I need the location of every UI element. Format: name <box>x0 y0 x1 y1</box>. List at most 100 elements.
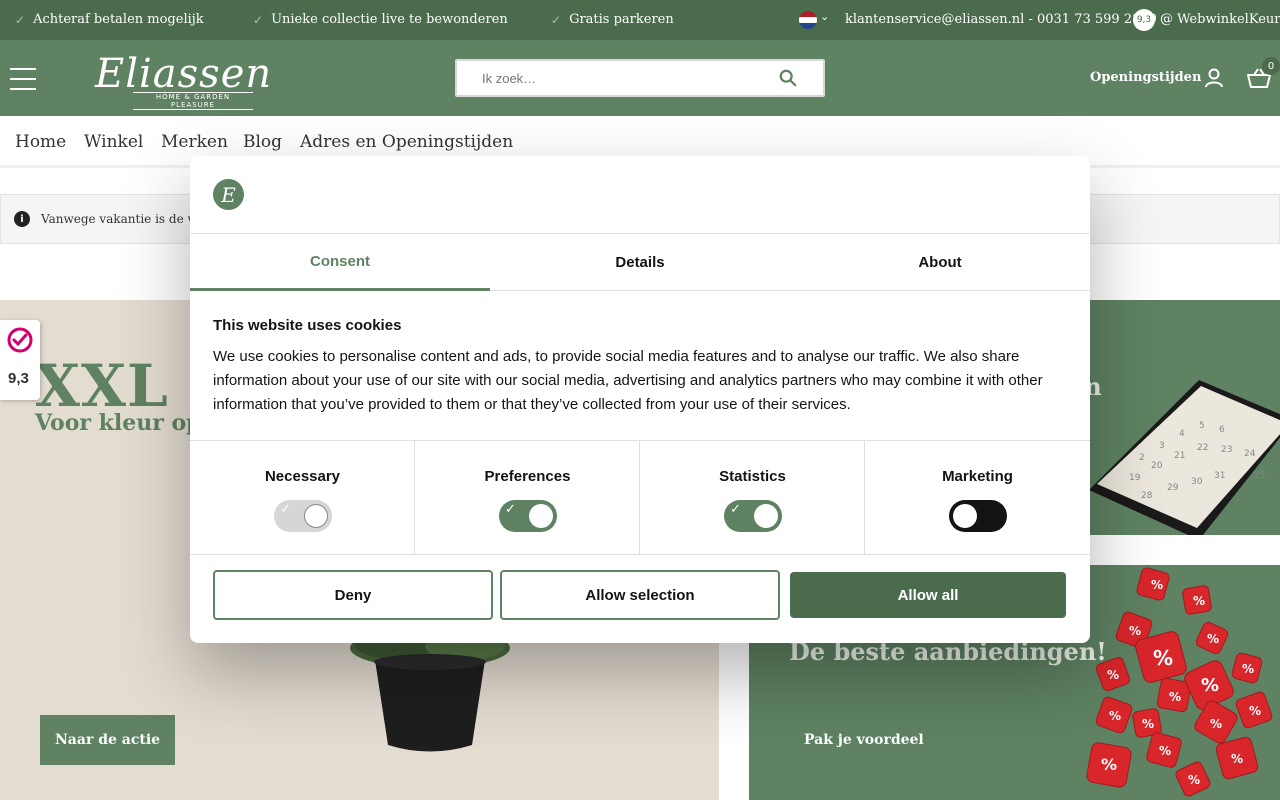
usp-item: ✓ Unieke collectie live te bewonderen <box>253 12 508 27</box>
notice-text: Vanwege vakantie is de wi <box>41 212 202 226</box>
tab-consent[interactable]: Consent <box>190 234 490 291</box>
svg-text:6: 6 <box>1219 425 1225 435</box>
nav-item-winkel[interactable]: Winkel <box>84 132 143 152</box>
svg-text:%: % <box>1193 594 1205 608</box>
toggle-label: Statistics <box>719 468 786 485</box>
check-icon: ✓ <box>505 502 516 517</box>
svg-text:%: % <box>1151 578 1163 592</box>
tab-details[interactable]: Details <box>490 234 790 291</box>
dialog-body: We use cookies to personalise content an… <box>213 348 1043 413</box>
rating-score: 9,3 <box>8 370 29 387</box>
svg-text:20: 20 <box>1151 461 1163 471</box>
svg-text:5: 5 <box>1199 421 1205 431</box>
rating-side-widget[interactable]: 9,3 <box>0 320 40 400</box>
chevron-down-icon[interactable]: ⌄ <box>820 10 829 23</box>
svg-text:%: % <box>1109 709 1121 723</box>
usp-item: ✓ Gratis parkeren <box>551 12 674 27</box>
user-icon[interactable] <box>1203 67 1225 89</box>
check-icon: ✓ <box>280 502 291 517</box>
svg-text:31: 31 <box>1214 471 1225 481</box>
nav-item-blog[interactable]: Blog <box>243 132 282 152</box>
svg-text:%: % <box>1142 717 1154 731</box>
check-icon: ✓ <box>730 502 741 517</box>
toggle-statistics-group: Statistics ✓ <box>640 441 865 555</box>
check-icon: ✓ <box>551 12 562 27</box>
calendar-image: 2345 6 19202122 23 24 28293031 25 <box>1089 380 1280 535</box>
svg-text:%: % <box>1249 704 1261 718</box>
contact-info[interactable]: klantenservice@eliassen.nl - 0031 73 599… <box>845 12 1157 27</box>
tab-about[interactable]: About <box>790 234 1090 291</box>
main-header: Eliassen HOME & GARDEN PLEASURE Openings… <box>0 40 1280 116</box>
search-icon[interactable] <box>779 69 797 87</box>
svg-text:%: % <box>1169 690 1181 704</box>
consent-tabs: Consent Details About <box>190 234 1090 291</box>
svg-text:%: % <box>1231 752 1243 766</box>
toggle-preferences-group: Preferences ✓ <box>415 441 640 555</box>
usp-item: ✓ Achteraf betalen mogelijk <box>15 12 204 27</box>
svg-text:19: 19 <box>1129 473 1141 483</box>
toggle-label: Necessary <box>264 468 341 485</box>
toggle-marketing-group: Marketing <box>865 441 1090 555</box>
allow-selection-button[interactable]: Allow selection <box>500 570 780 620</box>
svg-text:%: % <box>1201 675 1219 696</box>
webwinkelkeur-logo-icon <box>7 327 33 353</box>
logo-wordmark: Eliassen <box>95 51 273 97</box>
nav-item-merken[interactable]: Merken <box>161 132 228 152</box>
svg-text:28: 28 <box>1141 491 1153 501</box>
plant-image <box>350 640 510 752</box>
marketing-toggle[interactable] <box>949 500 1007 532</box>
usp-label: Achteraf betalen mogelijk <box>33 12 204 27</box>
basket-count-badge: 0 <box>1262 57 1280 75</box>
info-icon: i <box>14 211 30 227</box>
svg-text:%: % <box>1242 662 1254 676</box>
svg-text:%: % <box>1153 646 1173 670</box>
check-icon: ✓ <box>253 12 264 27</box>
toggle-necessary-group: Necessary ✓ <box>190 441 415 555</box>
svg-text:24: 24 <box>1244 449 1256 459</box>
usp-label: Unieke collectie live te bewonderen <box>271 12 508 27</box>
opening-hours-link[interactable]: Openingstijden <box>1090 70 1201 85</box>
check-icon: ✓ <box>15 12 26 27</box>
search-box <box>455 59 825 97</box>
dialog-title: This website uses cookies <box>213 317 402 334</box>
deny-button[interactable]: Deny <box>213 570 493 620</box>
logo[interactable]: Eliassen HOME & GARDEN PLEASURE <box>95 54 272 110</box>
percent-dice-image: %%% %%% %%% %%% %%% %% <box>1086 567 1273 797</box>
svg-text:30: 30 <box>1191 477 1203 487</box>
promo-left-button[interactable]: Naar de actie <box>40 715 176 765</box>
usp-label: Gratis parkeren <box>569 12 674 27</box>
svg-text:21: 21 <box>1174 451 1185 461</box>
toggle-label: Marketing <box>942 468 1013 485</box>
svg-text:%: % <box>1210 717 1222 731</box>
svg-text:%: % <box>1188 773 1200 787</box>
svg-text:4: 4 <box>1179 429 1185 439</box>
language-flag-icon[interactable] <box>799 11 817 29</box>
svg-text:22: 22 <box>1197 443 1208 453</box>
allow-all-button[interactable]: Allow all <box>790 572 1066 618</box>
svg-text:23: 23 <box>1221 445 1232 455</box>
svg-text:%: % <box>1101 755 1117 774</box>
top-bar: ✓ Achteraf betalen mogelijk ✓ Unieke col… <box>0 0 1280 40</box>
svg-text:29: 29 <box>1167 483 1179 493</box>
necessary-toggle: ✓ <box>274 500 332 532</box>
svg-text:%: % <box>1107 668 1119 682</box>
cookie-consent-dialog: E Consent Details About This website use… <box>190 156 1090 643</box>
consent-toggles: Necessary ✓ Preferences ✓ Statistics ✓ M… <box>190 440 1090 555</box>
statistics-toggle[interactable]: ✓ <box>724 500 782 532</box>
webwinkelkeur-badge-icon[interactable]: 9,3 <box>1133 9 1155 31</box>
nav-item-address[interactable]: Adres en Openingstijden <box>300 132 513 152</box>
brand-logo-icon: E <box>213 179 244 210</box>
nav-item-home[interactable]: Home <box>15 132 66 152</box>
promo-right-bottom-button[interactable]: Pak je voordeel <box>789 715 939 765</box>
preferences-toggle[interactable]: ✓ <box>499 500 557 532</box>
toggle-label: Preferences <box>484 468 571 485</box>
svg-text:25: 25 <box>1254 471 1265 481</box>
search-input[interactable] <box>482 61 772 95</box>
webwinkelkeur-link[interactable]: @ WebwinkelKeur <box>1160 12 1280 27</box>
svg-text:%: % <box>1129 624 1141 638</box>
svg-text:%: % <box>1207 632 1219 646</box>
menu-icon[interactable] <box>10 68 36 90</box>
svg-text:3: 3 <box>1159 441 1165 451</box>
svg-text:2: 2 <box>1139 453 1145 463</box>
svg-text:%: % <box>1159 744 1171 758</box>
